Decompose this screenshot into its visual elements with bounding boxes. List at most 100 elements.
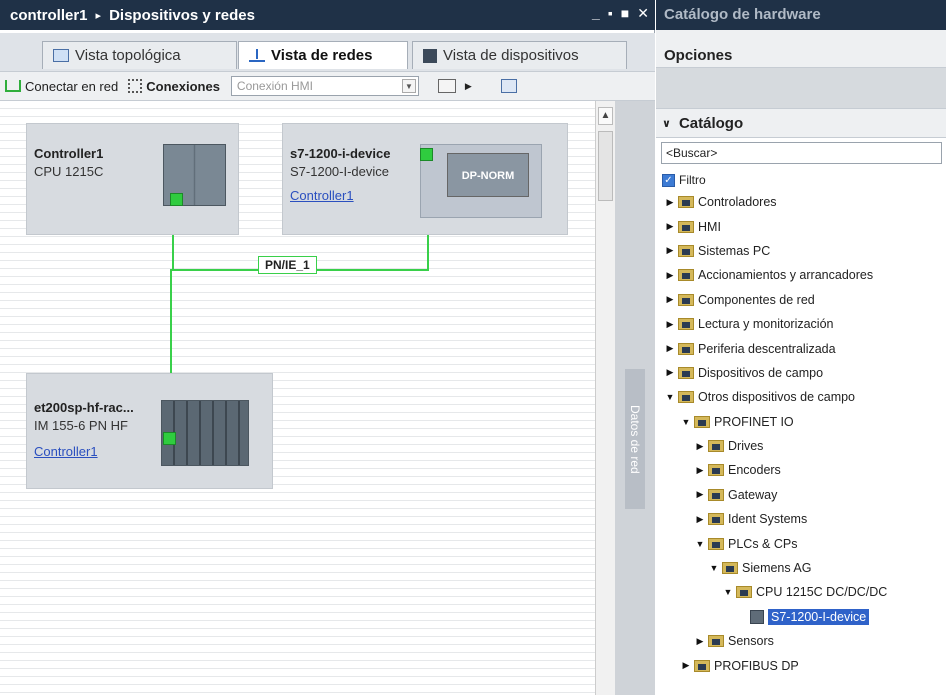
chevron-down-icon: ▼ [401,79,416,93]
device-controller-link[interactable]: Controller1 [34,444,98,459]
expanded-arrow-icon[interactable]: ▼ [722,587,734,597]
dp-norm-module[interactable]: DP-NORM [447,153,529,197]
network-data-tab[interactable]: Datos de red [625,369,645,509]
collapsed-arrow-icon[interactable]: ▶ [664,245,676,256]
connection-type-select[interactable]: Conexión HMI ▼ [230,76,419,96]
folder-icon [678,244,694,257]
catalog-section-header[interactable]: ∨ Catálogo [656,108,946,138]
view-tabs: Vista topológica Vista de redes Vista de… [0,33,655,71]
tree-node[interactable]: ▶ Lectura y monitorización [656,312,946,336]
expanded-arrow-icon[interactable]: ▼ [680,417,692,427]
tree-node[interactable]: ▶ Encoders [656,458,946,482]
expanded-arrow-icon[interactable]: ▼ [694,539,706,549]
catalog-options[interactable]: Opciones [656,30,946,68]
tree-node[interactable]: ▶ Controladores [656,190,946,214]
filter-checkbox[interactable]: ✓ Filtro [662,172,946,188]
tab-label: Vista de redes [271,47,373,64]
tree-node[interactable]: ▶ Componentes de red [656,288,946,312]
scroll-up-button[interactable]: ▲ [598,107,613,125]
collapsed-arrow-icon[interactable]: ▶ [694,441,706,452]
profinet-port[interactable] [163,432,176,445]
filter-label: Filtro [679,173,706,187]
network-canvas[interactable]: PN/IE_1 Controller1 CPU 1215C s7-1200-i-… [0,101,595,695]
catalog-search-input[interactable]: <Buscar> [661,142,942,164]
collapsed-arrow-icon[interactable]: ▶ [694,489,706,500]
expanded-arrow-icon[interactable]: ▼ [708,563,720,573]
tree-node-label: PLCs & CPs [728,536,798,551]
tab-topology-view[interactable]: Vista topológica [42,41,237,69]
profinet-port[interactable] [170,193,183,206]
profinet-port[interactable] [420,148,433,161]
collapsed-arrow-icon[interactable]: ▶ [664,294,676,305]
connections-button[interactable]: Conexiones [123,79,225,94]
device-controller-link[interactable]: Controller1 [290,188,354,203]
tree-node[interactable]: ▶ Periferia descentralizada [656,336,946,360]
tree-node-label: Ident Systems [728,512,808,527]
device-type: IM 155-6 PN HF [34,418,128,433]
device-controller[interactable]: Controller1 CPU 1215C [26,123,239,235]
breadcrumb: Dispositivos y redes [109,6,255,24]
canvas-scrollbar[interactable]: ▲ [595,101,615,695]
collapsed-arrow-icon[interactable]: ▶ [694,465,706,476]
tab-device-view[interactable]: Vista de dispositivos [412,41,627,69]
maximize-button[interactable]: ■ [621,5,629,22]
device-et200sp[interactable]: et200sp-hf-rac... IM 155-6 PN HF Control… [26,373,273,489]
restore-button[interactable]: ▪ [608,5,613,22]
folder-icon [708,440,724,453]
tree-node[interactable]: S7-1200-I-device [656,605,946,629]
folder-icon [694,415,710,428]
minimize-button[interactable]: _ [592,5,600,22]
tab-network-view[interactable]: Vista de redes [238,41,408,69]
collapsed-arrow-icon[interactable]: ▶ [694,514,706,525]
expanded-arrow-icon[interactable]: ▼ [664,392,676,402]
tree-node[interactable]: ▶ Dispositivos de campo [656,361,946,385]
tree-node[interactable]: ▶ PROFIBUS DP [656,653,946,677]
tree-node[interactable]: ▶ Sensors [656,629,946,653]
project-title: controller1 [10,6,88,24]
layout-icon [500,79,517,93]
collapsed-arrow-icon[interactable]: ▶ [680,660,692,671]
tree-node[interactable]: ▶ Accionamientos y arrancadores [656,263,946,287]
tree-node[interactable]: ▶ Sistemas PC [656,239,946,263]
devices-networks-editor: controller1 ▸ Dispositivos y redes _ ▪ ■… [0,0,655,695]
collapsed-arrow-icon[interactable]: ▶ [664,367,676,378]
device-icon [750,609,764,624]
checkbox-checked-icon: ✓ [662,173,675,187]
tree-node-label: PROFINET IO [714,414,794,429]
tree-node[interactable]: ▶ HMI [656,214,946,238]
tree-node[interactable]: ▼ Siemens AG [656,556,946,580]
tab-label: Vista de dispositivos [443,47,579,64]
layout-button[interactable] [496,79,522,93]
tree-node[interactable]: ▶ Ident Systems [656,507,946,531]
folder-icon [678,342,694,355]
folder-icon [708,464,724,477]
tree-node[interactable]: ▼ PLCs & CPs [656,531,946,555]
folder-icon [694,659,710,672]
network-label[interactable]: PN/IE_1 [258,256,317,274]
tree-node-label: PROFIBUS DP [714,658,799,673]
close-button[interactable]: ✕ [637,5,649,22]
folder-icon [722,562,738,575]
toolbar-more-arrow[interactable]: ▶ [465,81,472,92]
collapsed-arrow-icon[interactable]: ▶ [664,319,676,330]
tab-label: Vista topológica [75,47,181,64]
collapsed-arrow-icon[interactable]: ▶ [664,221,676,232]
connect-network-button[interactable]: Conectar en red [0,79,123,94]
tree-node[interactable]: ▼ CPU 1215C DC/DC/DC [656,580,946,604]
tree-node[interactable]: ▶ Gateway [656,483,946,507]
chevron-down-icon: ∨ [662,117,671,130]
folder-icon [736,586,752,599]
collapsed-arrow-icon[interactable]: ▶ [664,197,676,208]
device-i-device[interactable]: s7-1200-i-device S7-1200-I-device Contro… [282,123,568,235]
collapsed-arrow-icon[interactable]: ▶ [664,270,676,281]
tree-node-label: Accionamientos y arrancadores [698,268,874,283]
catalog-section-title: Catálogo [678,114,744,132]
folder-icon [678,391,694,404]
tree-node[interactable]: ▶ Drives [656,434,946,458]
address-display-button[interactable] [433,79,461,93]
tree-node[interactable]: ▼ Otros dispositivos de campo [656,385,946,409]
collapsed-arrow-icon[interactable]: ▶ [664,343,676,354]
scroll-thumb[interactable] [598,131,613,201]
collapsed-arrow-icon[interactable]: ▶ [694,636,706,647]
tree-node[interactable]: ▼ PROFINET IO [656,410,946,434]
